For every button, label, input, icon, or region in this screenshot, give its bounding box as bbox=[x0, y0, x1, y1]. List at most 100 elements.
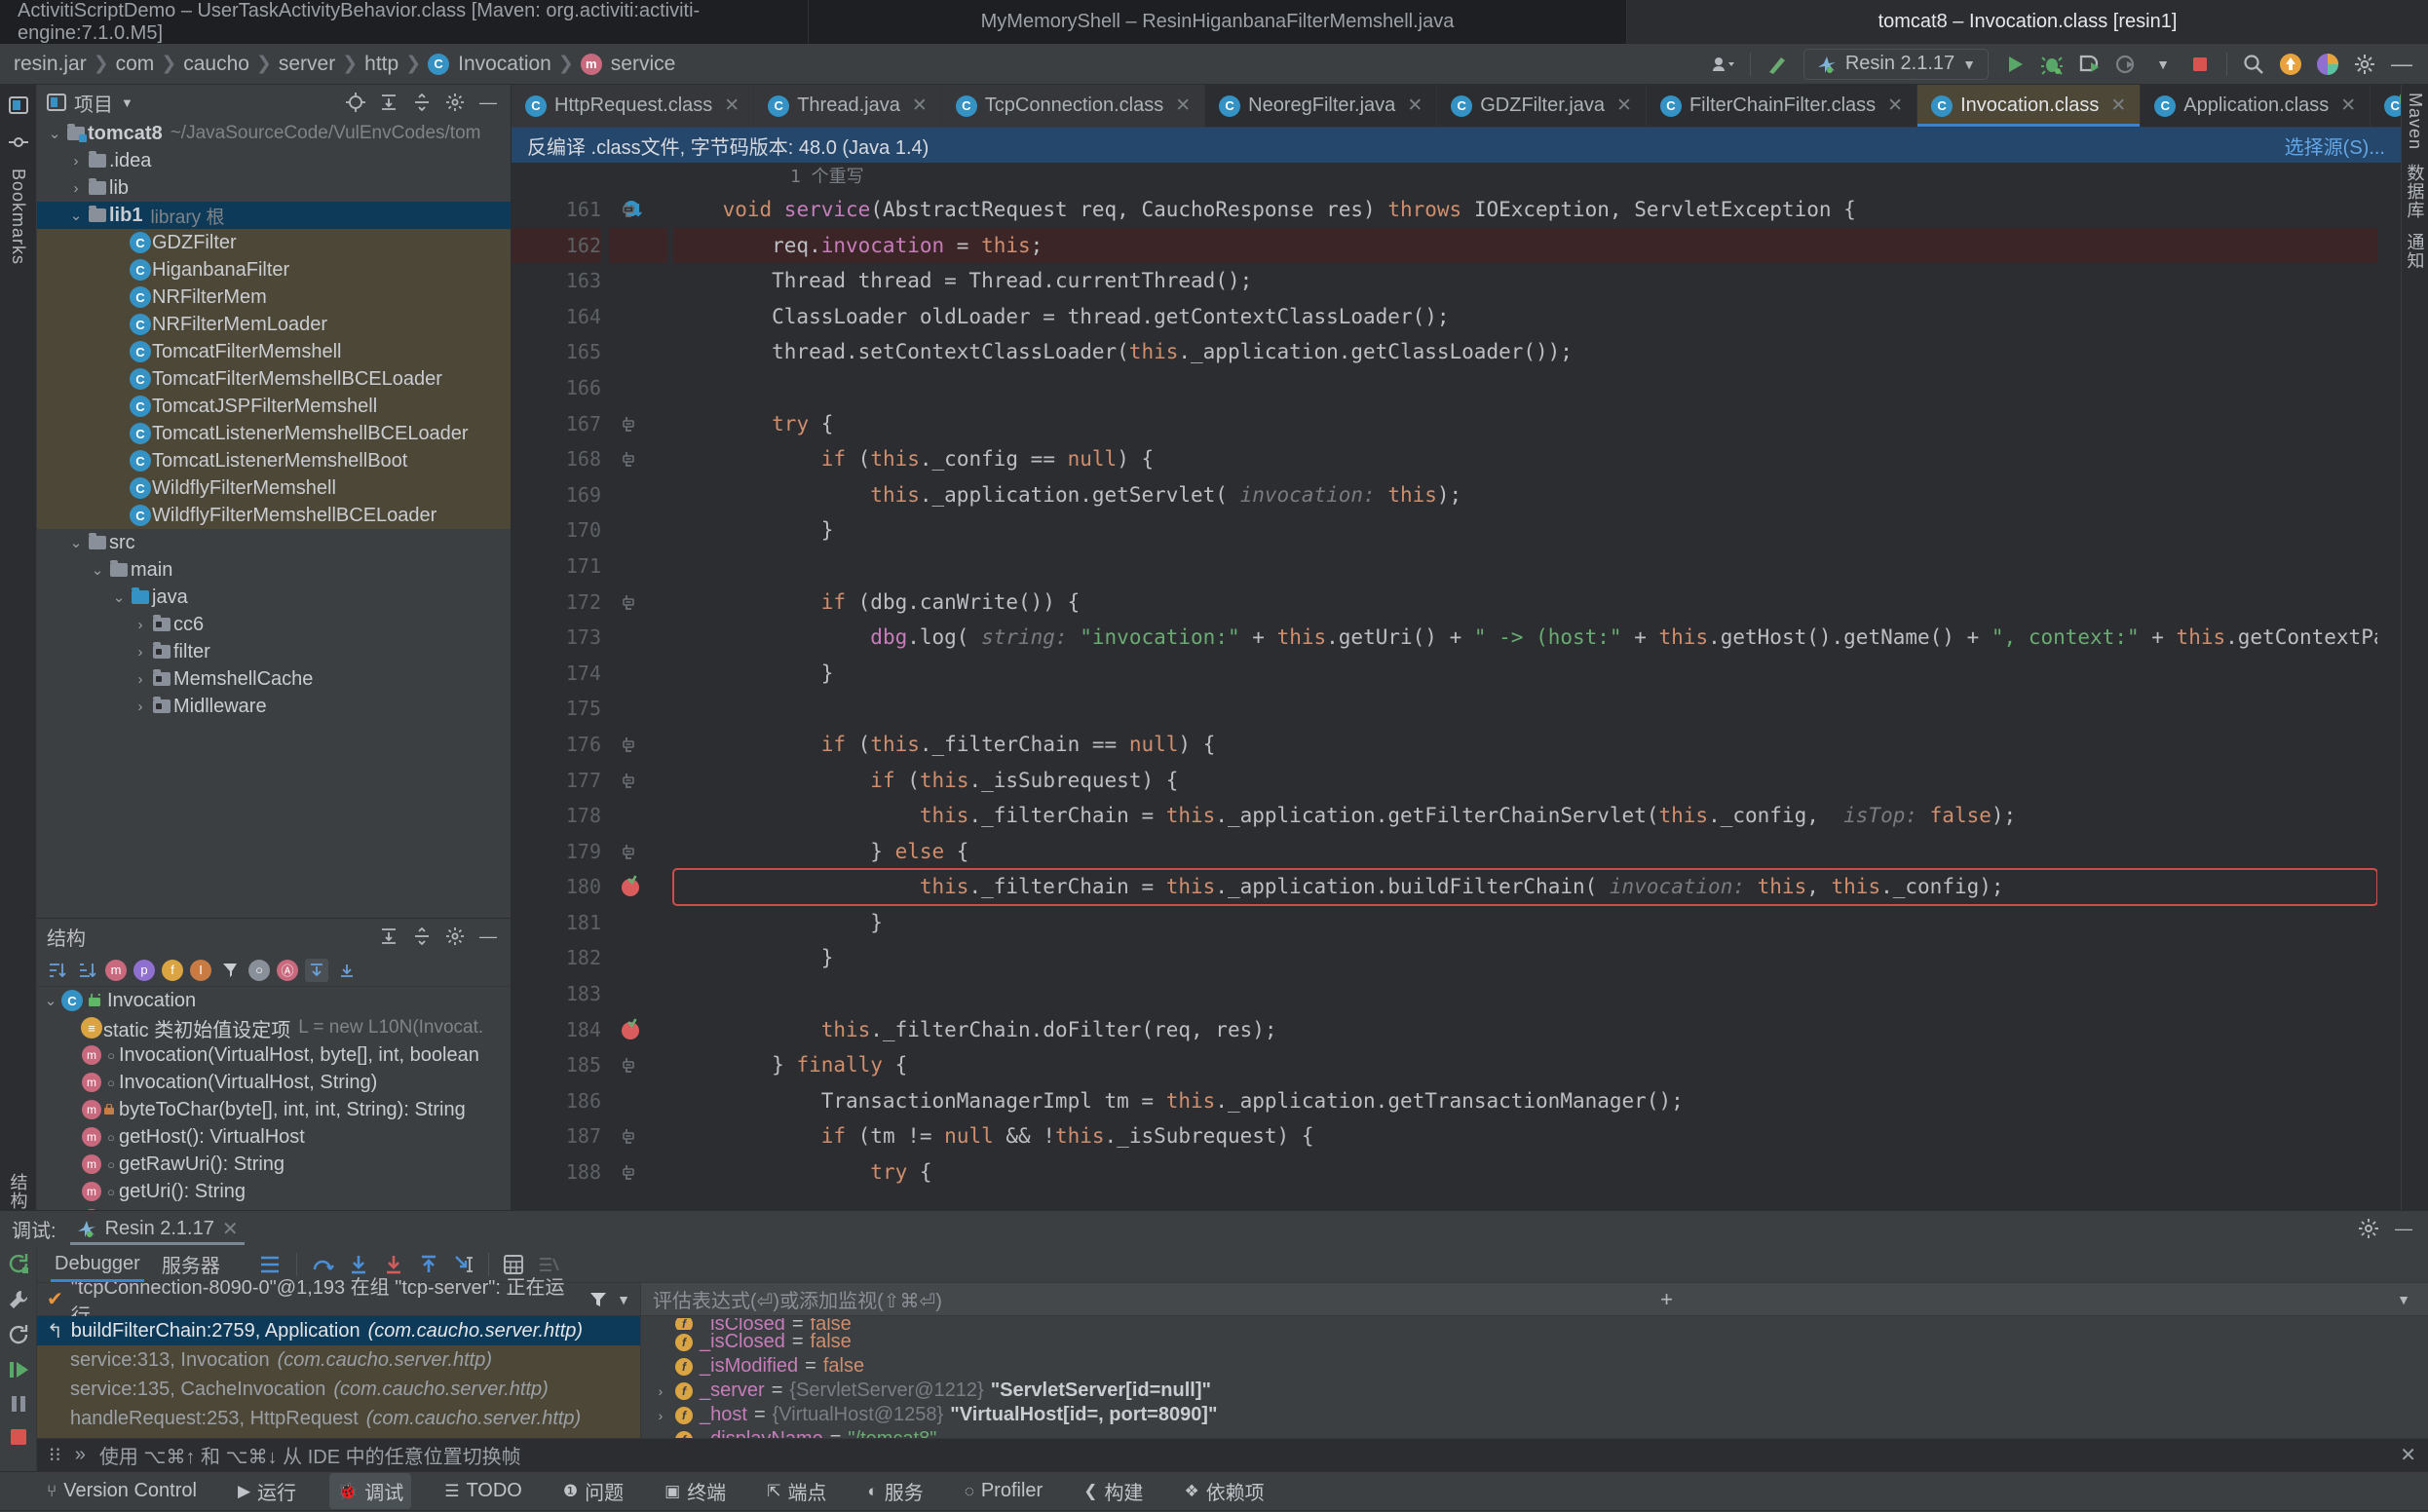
stripe-maven-label[interactable]: Maven bbox=[2405, 93, 2425, 150]
show-non-public-icon[interactable]: f bbox=[162, 959, 183, 981]
chevron-down-icon[interactable]: ▼ bbox=[2391, 1292, 2416, 1307]
line-number[interactable]: 168 bbox=[512, 441, 601, 477]
window-tab-mymemoryshell[interactable]: MyMemoryShell – ResinHiganbanaFilterMems… bbox=[809, 0, 1627, 44]
ai-assistant-icon[interactable] bbox=[2309, 46, 2346, 83]
code-line[interactable]: } else { bbox=[673, 834, 2377, 870]
variable-row[interactable]: ›f_displayName="/tomcat8" bbox=[641, 1427, 2428, 1438]
chevron-down-icon[interactable]: ▼ bbox=[617, 1292, 630, 1307]
line-number[interactable]: 186 bbox=[512, 1083, 601, 1119]
evaluate-expression-bar[interactable]: 评估表达式(⏎)或添加监视(⇧⌘⏎) + ▼ bbox=[641, 1283, 2428, 1316]
tab-debugger[interactable]: Debugger bbox=[51, 1247, 144, 1282]
fold-collapse-icon[interactable] bbox=[609, 192, 667, 228]
account-icon[interactable] bbox=[1705, 46, 1742, 83]
project-tree-item[interactable]: ⌄ main bbox=[37, 556, 511, 584]
editor-tab[interactable]: C GDZFilter.java ✕ bbox=[1437, 85, 1647, 127]
run-with-coverage-button[interactable] bbox=[2070, 46, 2107, 83]
editor-tab[interactable]: C TcpConnection.class ✕ bbox=[941, 85, 1206, 127]
close-icon[interactable]: ✕ bbox=[724, 94, 740, 117]
tree-expand-arrow-icon[interactable]: › bbox=[66, 153, 86, 170]
fold-collapse-icon[interactable] bbox=[609, 834, 667, 870]
breadcrumb-item-caucho[interactable]: caucho bbox=[183, 53, 249, 76]
code-line[interactable]: this._filterChain = this._application.ge… bbox=[673, 798, 2377, 834]
choose-sources-link[interactable]: 选择源(S)... bbox=[2285, 132, 2385, 160]
line-number[interactable]: 167 bbox=[512, 406, 601, 442]
line-number[interactable]: 177 bbox=[512, 763, 601, 799]
stripe-bookmarks-label[interactable]: Bookmarks bbox=[8, 169, 28, 265]
line-number[interactable]: 179 bbox=[512, 834, 601, 870]
line-number[interactable]: 165 bbox=[512, 334, 601, 370]
editor-tab[interactable]: C Thread.java ✕ bbox=[754, 85, 942, 127]
breadcrumb-item-com[interactable]: com bbox=[116, 53, 155, 76]
variable-row[interactable]: › f _server = {ServletServer@1212} "ServletSe… bbox=[641, 1379, 2428, 1403]
stack-frame-row[interactable]: handleRequest:253, HttpRequest (com.cauch… bbox=[37, 1404, 640, 1433]
project-tree-item[interactable]: C TomcatJSPFilterMemshell bbox=[37, 393, 511, 420]
code-line[interactable] bbox=[673, 370, 2377, 406]
line-number[interactable]: 183 bbox=[512, 976, 601, 1012]
expand-all-icon[interactable] bbox=[376, 924, 401, 949]
expand-arrow-icon[interactable]: › bbox=[653, 1383, 668, 1399]
line-number[interactable]: 161 bbox=[512, 192, 642, 228]
stop-icon[interactable] bbox=[9, 1427, 28, 1447]
status-nav-端点[interactable]: ⇱ 端点 bbox=[759, 1473, 834, 1509]
thread-selector[interactable]: ✔ "tcpConnection-8090-0"@1,193 在组 "tcp-s… bbox=[37, 1277, 640, 1327]
window-tab-activiti[interactable]: ActivitiScriptDemo – UserTaskActivityBeh… bbox=[0, 0, 809, 44]
project-tree-item[interactable]: C HiganbanaFilter bbox=[37, 256, 511, 284]
project-tree-item[interactable]: ⌄ tomcat8 ~/JavaSourceCode/VulEnvCodes/tom bbox=[37, 120, 511, 147]
stripe-notifications-label[interactable]: 通知 bbox=[2403, 233, 2428, 270]
line-number[interactable]: 173 bbox=[512, 620, 601, 656]
project-tree-item[interactable]: › MemshellCache bbox=[37, 665, 511, 693]
project-tree-item[interactable]: C GDZFilter bbox=[37, 229, 511, 256]
variable-row[interactable]: f _isClosed = false bbox=[641, 1318, 2428, 1330]
autoscroll-to-source-icon[interactable] bbox=[335, 959, 359, 982]
line-number[interactable]: 172 bbox=[512, 585, 601, 621]
mute-breakpoints-icon[interactable] bbox=[538, 1256, 559, 1273]
locate-icon[interactable] bbox=[343, 90, 368, 115]
tree-expand-arrow-icon[interactable]: ⌄ bbox=[45, 125, 64, 142]
code-line[interactable]: if (this._config == null) { bbox=[673, 441, 2377, 477]
code-line[interactable]: void service(AbstractRequest req, Caucho… bbox=[673, 192, 2377, 228]
project-tree-item[interactable]: › Midlleware bbox=[37, 693, 511, 720]
status-nav-todo[interactable]: ☰ TODO bbox=[436, 1476, 530, 1506]
status-nav-运行[interactable]: ▶ 运行 bbox=[230, 1473, 304, 1509]
sort-alpha-icon[interactable] bbox=[45, 959, 68, 982]
code-line[interactable]: this._filterChain.doFilter(req, res); bbox=[673, 1012, 2377, 1048]
line-number[interactable]: 182 bbox=[512, 940, 601, 976]
status-nav-调试[interactable]: 🐞 调试 bbox=[329, 1473, 412, 1509]
collapse-all-icon[interactable] bbox=[409, 924, 435, 949]
sort-visibility-icon[interactable] bbox=[75, 959, 98, 982]
tree-expand-arrow-icon[interactable]: ⌄ bbox=[41, 992, 60, 1009]
breadcrumb-item-service[interactable]: service bbox=[611, 53, 676, 76]
structure-tree[interactable]: ⌄ C Invocation ≡ static 类初始值设定项 L = new L10N(… bbox=[37, 987, 511, 1210]
editor-tab[interactable]: C NeoregFilter.java ✕ bbox=[1205, 85, 1438, 127]
status-nav-问题[interactable]: ❶ 问题 bbox=[555, 1473, 631, 1509]
stripe-commit-icon[interactable] bbox=[8, 132, 29, 153]
filter-icon[interactable] bbox=[589, 1291, 607, 1308]
autoscroll-from-source-icon[interactable] bbox=[305, 958, 328, 982]
code-line[interactable]: thread.setContextClassLoader(this._appli… bbox=[673, 334, 2377, 370]
hide-panel-icon[interactable]: — bbox=[2391, 1216, 2416, 1241]
status-nav-version-control[interactable]: ⑂ Version Control bbox=[39, 1476, 205, 1506]
build-icon[interactable] bbox=[1759, 46, 1796, 83]
update-icon[interactable] bbox=[2272, 46, 2309, 83]
settings-gear-icon[interactable] bbox=[2346, 46, 2383, 83]
status-nav-构建[interactable]: ❮ 构建 bbox=[1076, 1473, 1151, 1509]
structure-tree-item[interactable]: m ○ getUri(): String bbox=[37, 1178, 511, 1205]
project-tree-item[interactable]: ⌄ src bbox=[37, 529, 511, 556]
editor-tab[interactable]: C HttpRequest.class ✕ bbox=[512, 85, 755, 127]
structure-tree-item[interactable]: ≡ static 类初始值设定项 L = new L10N(Invocat. bbox=[37, 1014, 511, 1041]
code-line[interactable]: } finally { bbox=[673, 1047, 2377, 1083]
stack-frame-row[interactable]: ↰ buildFilterChain:2759, Application (com.… bbox=[37, 1316, 640, 1345]
structure-tree-item[interactable]: m ○ Invocation(VirtualHost, String) bbox=[37, 1069, 511, 1096]
project-tree-item[interactable]: C WildflyFilterMemshellBCELoader bbox=[37, 502, 511, 529]
tree-expand-arrow-icon[interactable]: ⌄ bbox=[88, 561, 107, 579]
expand-all-icon[interactable] bbox=[376, 90, 401, 115]
project-tree-item[interactable]: ⌄ java bbox=[37, 584, 511, 611]
breadcrumb-item-server[interactable]: server bbox=[279, 53, 335, 76]
drag-handle-icon[interactable]: ⁝⁝ bbox=[49, 1443, 61, 1467]
collapse-all-icon[interactable] bbox=[409, 90, 435, 115]
code-line[interactable]: if (this._filterChain == null) { bbox=[673, 727, 2377, 763]
status-nav-profiler[interactable]: ◌ Profiler bbox=[957, 1476, 1050, 1506]
code-line[interactable]: if (dbg.canWrite()) { bbox=[673, 585, 2377, 621]
fold-collapse-icon[interactable] bbox=[609, 441, 667, 477]
code-line[interactable]: ClassLoader oldLoader = thread.getContex… bbox=[673, 299, 2377, 335]
